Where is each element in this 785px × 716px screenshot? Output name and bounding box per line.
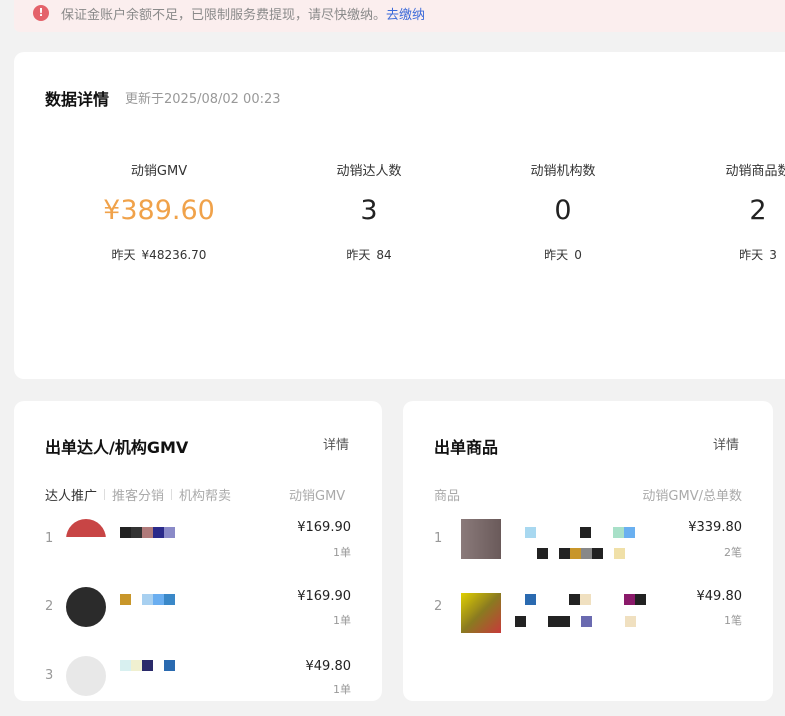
metric-products: 动销商品数 2 昨天 3 [663,160,785,263]
data-detail-card: 数据详情 更新于2025/08/02 00:23 动销GMV ¥389.60 昨… [14,52,785,379]
gmv-column-header: 动销GMV [289,489,346,504]
metric-yesterday: 昨天 3 [739,248,777,262]
table-row[interactable]: 3 ¥49.80 1单 [14,656,382,716]
tab-agency[interactable]: 机构帮卖 [179,485,231,504]
table-row[interactable]: 1 ¥169.90 1单 [14,517,382,577]
rank: 2 [45,599,54,614]
creators-title: 出单达人/机构GMV [45,438,189,457]
table-row[interactable]: 2 ¥169.90 1单 [14,586,382,646]
metric-value: 2 [749,195,767,226]
rank: 2 [434,599,443,614]
tab-distributor[interactable]: 推客分销 [112,485,164,504]
gmv-amount: ¥169.90 [297,589,351,604]
masked-product-spec [537,548,625,559]
avatar [66,656,106,696]
metric-label: 动销商品数 [725,164,785,179]
creator-gmv-card: 出单达人/机构GMV 详情 达人推广 推客分销 机构帮卖 动销GMV 1 ¥16… [14,401,382,701]
product-image [461,519,501,559]
masked-name [120,594,175,605]
banner-message: 保证金账户余额不足，已限制服务费提现，请尽快缴纳。 [61,7,387,23]
order-count: 1单 [333,614,351,627]
metric-creators: 动销达人数 3 昨天 84 [274,160,464,263]
metric-value: 3 [360,195,378,226]
product-image [461,593,501,633]
order-count: 1单 [333,546,351,559]
rank: 3 [45,668,54,683]
masked-name [120,527,175,538]
metric-label: 动销达人数 [336,164,402,179]
divider [171,489,173,500]
table-row[interactable]: 2 ¥49.80 1笔 [403,586,773,646]
avatar [66,519,106,559]
gmv-amount: ¥169.90 [297,520,351,535]
products-detail-link[interactable]: 详情 [713,434,739,453]
updated-time: 更新于2025/08/02 00:23 [125,92,281,107]
gmv-amount: ¥49.80 [696,589,743,604]
metric-yesterday: 昨天 84 [346,248,392,262]
divider [104,489,106,500]
metric-label: 动销机构数 [530,164,596,179]
order-count: 2笔 [724,546,742,559]
order-count: 1笔 [724,614,742,627]
metric-gmv: 动销GMV ¥389.60 昨天 ¥48236.70 [64,160,254,263]
rank: 1 [434,531,443,546]
products-title: 出单商品 [434,438,499,457]
order-count: 1单 [333,683,351,696]
gmv-orders-column-header: 动销GMV/总单数 [642,489,742,504]
creators-detail-link[interactable]: 详情 [323,434,349,453]
metric-label: 动销GMV [130,164,188,179]
rank: 1 [45,531,54,546]
alert-icon: ! [33,5,49,21]
avatar [66,587,106,627]
masked-product-spec [515,616,636,627]
metric-agencies: 动销机构数 0 昨天 0 [468,160,658,263]
tab-creator-promo[interactable]: 达人推广 [45,485,97,504]
metric-yesterday: 昨天 ¥48236.70 [111,248,207,262]
order-products-card: 出单商品 详情 商品 动销GMV/总单数 1 ¥339.80 2笔 2 ¥49.… [403,401,773,701]
gmv-amount: ¥49.80 [305,659,352,674]
masked-product-name [525,594,646,605]
deposit-warning-banner: ! 保证金账户余额不足，已限制服务费提现，请尽快缴纳。 去缴纳 [14,0,785,32]
pay-now-link[interactable]: 去缴纳 [386,4,425,23]
gmv-amount: ¥339.80 [688,520,742,535]
masked-product-name [525,527,635,538]
summary-title: 数据详情 [45,90,110,109]
masked-name [120,660,175,671]
product-column-header: 商品 [434,489,461,504]
metric-yesterday: 昨天 0 [544,248,582,262]
metric-value: ¥389.60 [103,195,215,226]
creator-tabs: 达人推广 推客分销 机构帮卖 [45,485,231,504]
table-row[interactable]: 1 ¥339.80 2笔 [403,517,773,577]
metric-value: 0 [554,195,572,226]
